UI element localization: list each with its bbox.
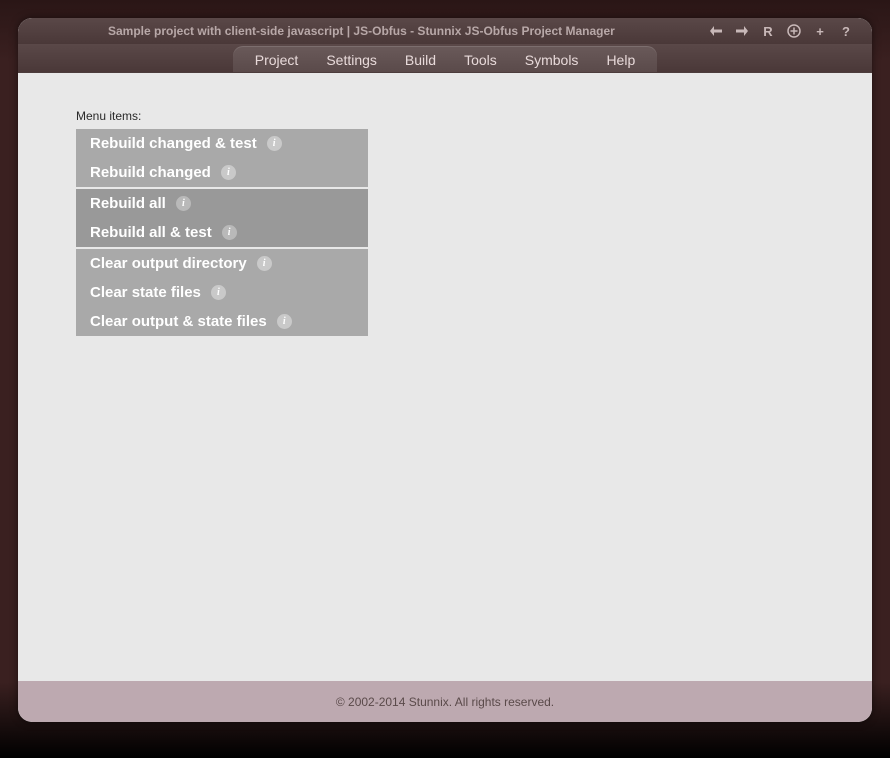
menu-item-label: Clear output directory — [90, 255, 247, 272]
info-icon[interactable]: i — [257, 256, 272, 271]
menu-group-1: Rebuild changed & test i Rebuild changed… — [76, 129, 368, 187]
menu-item-label: Rebuild all & test — [90, 224, 212, 241]
arrow-right-icon — [736, 26, 748, 36]
menu-item-clear-state[interactable]: Clear state files i — [76, 278, 368, 307]
menu-build[interactable]: Build — [391, 46, 450, 72]
menu-group-3: Clear output directory i Clear state fil… — [76, 249, 368, 336]
arrow-left-icon — [710, 26, 722, 36]
menu-item-clear-output[interactable]: Clear output directory i — [76, 249, 368, 278]
menu-tools[interactable]: Tools — [450, 46, 511, 72]
info-icon[interactable]: i — [277, 314, 292, 329]
section-label: Menu items: — [76, 109, 814, 123]
info-icon[interactable]: i — [221, 165, 236, 180]
info-icon[interactable]: i — [267, 136, 282, 151]
menu-item-rebuild-changed[interactable]: Rebuild changed i — [76, 158, 368, 187]
footer-text: © 2002-2014 Stunnix. All rights reserved… — [336, 695, 554, 709]
menubar: Project Settings Build Tools Symbols Hel… — [18, 44, 872, 73]
reload-button[interactable]: R — [760, 23, 776, 39]
menu-item-rebuild-all-test[interactable]: Rebuild all & test i — [76, 218, 368, 247]
menu-symbols[interactable]: Symbols — [511, 46, 593, 72]
titlebar: Sample project with client-side javascri… — [18, 18, 872, 44]
plus-icon: + — [816, 24, 824, 39]
menu-item-label: Clear state files — [90, 284, 201, 301]
menu-item-clear-output-state[interactable]: Clear output & state files i — [76, 307, 368, 336]
menu-item-label: Rebuild all — [90, 195, 166, 212]
window-title: Sample project with client-side javascri… — [108, 24, 615, 38]
app-window: Sample project with client-side javascri… — [18, 18, 872, 722]
content-area: Menu items: Rebuild changed & test i Reb… — [18, 73, 872, 681]
info-icon[interactable]: i — [211, 285, 226, 300]
reload-icon: R — [763, 24, 772, 39]
question-icon: ? — [842, 24, 850, 39]
zoom-circled-icon — [787, 24, 801, 38]
menu-item-label: Rebuild changed & test — [90, 135, 257, 152]
back-button[interactable] — [708, 23, 724, 39]
info-icon[interactable]: i — [222, 225, 237, 240]
menu-item-rebuild-all[interactable]: Rebuild all i — [76, 189, 368, 218]
menu-item-label: Rebuild changed — [90, 164, 211, 181]
menu-project[interactable]: Project — [241, 46, 313, 72]
menubar-inner: Project Settings Build Tools Symbols Hel… — [233, 46, 657, 72]
footer: © 2002-2014 Stunnix. All rights reserved… — [18, 681, 872, 722]
menu-help[interactable]: Help — [592, 46, 649, 72]
forward-button[interactable] — [734, 23, 750, 39]
menu-group-2: Rebuild all i Rebuild all & test i — [76, 189, 368, 247]
zoom-button[interactable] — [786, 23, 802, 39]
outer-frame: Sample project with client-side javascri… — [0, 0, 890, 758]
menu-item-label: Clear output & state files — [90, 313, 267, 330]
titlebar-tools: R + ? — [708, 18, 854, 44]
info-icon[interactable]: i — [176, 196, 191, 211]
add-button[interactable]: + — [812, 23, 828, 39]
menu-item-rebuild-changed-test[interactable]: Rebuild changed & test i — [76, 129, 368, 158]
menu-settings[interactable]: Settings — [312, 46, 391, 72]
help-button[interactable]: ? — [838, 23, 854, 39]
menu-panel: Rebuild changed & test i Rebuild changed… — [76, 129, 368, 336]
